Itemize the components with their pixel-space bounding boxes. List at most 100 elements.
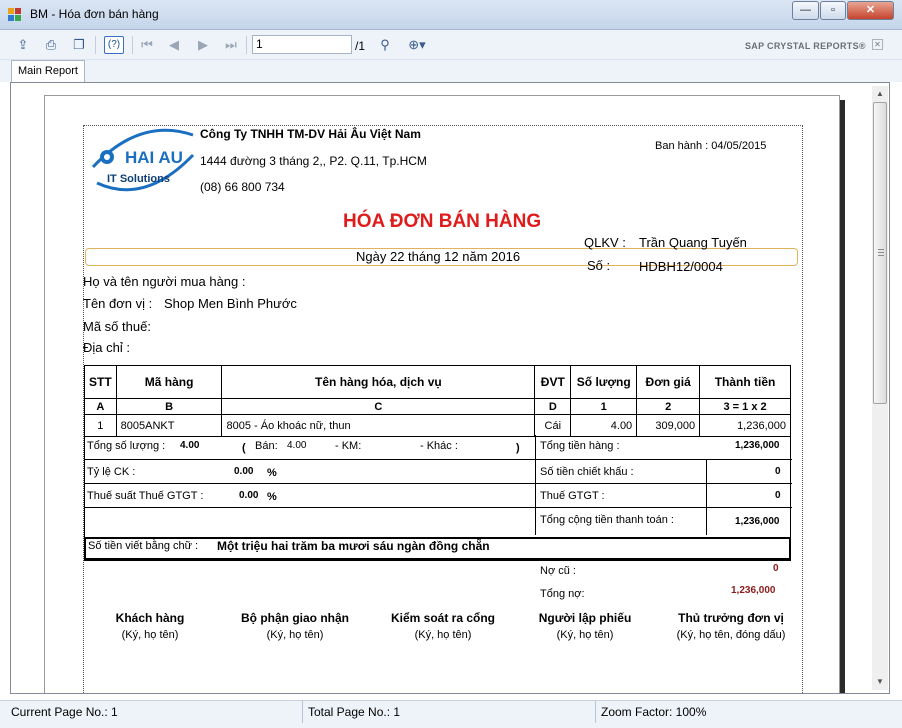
last-page-icon[interactable]: ⏭ — [222, 36, 240, 54]
page-number-input[interactable]: 1 — [252, 35, 352, 54]
table-header-row: STT Mã hàng Tên hàng hóa, dịch vụ ĐVT Số… — [84, 365, 791, 399]
old-debt-value: 0 — [773, 563, 779, 574]
buyer-label: Họ và tên người mua hàng : — [83, 274, 246, 289]
column-code: 1 — [570, 398, 638, 415]
report-toolbar: ⇪ ⎙ ❐ (?) ⏮ ◀ ▶ ⏭ 1 /1 ⚲ ⊕▾ SAP CRYSTAL … — [0, 30, 902, 60]
cell-qty: 4.00 — [570, 414, 638, 437]
column-code: 2 — [636, 398, 701, 415]
export-icon[interactable]: ⇪ — [14, 36, 32, 54]
cell-amount: 1,236,000 — [699, 414, 791, 437]
invoice-number-value: HDBH12/0004 — [639, 259, 723, 274]
signature-customer: Khách hàng — [115, 611, 185, 625]
scroll-down-icon[interactable]: ▼ — [872, 674, 888, 690]
report-tabstrip: Main Report — [0, 60, 902, 82]
copy-icon[interactable]: ❐ — [70, 36, 88, 54]
invoice-date: Ngày 22 tháng 12 năm 2016 — [356, 249, 521, 264]
print-icon[interactable]: ⎙ — [42, 36, 60, 54]
signature-delivery: Bộ phận giao nhận — [241, 611, 349, 625]
vertical-scrollbar[interactable]: ▲ ▼ — [872, 86, 888, 690]
cell-unit: Cái — [534, 414, 572, 437]
table-row: 1 8005ANKT 8005 - Áo khoác nữ, thun Cái … — [84, 414, 791, 437]
close-button[interactable]: ✕ — [847, 1, 894, 20]
total-qty-value: 4.00 — [180, 440, 200, 451]
unit-value: Shop Men Bình Phước — [164, 296, 297, 311]
signature-preparer: Người lập phiếu — [538, 611, 632, 625]
ban-value: 4.00 — [287, 440, 307, 451]
total-page-status: Total Page No.: 1 — [308, 705, 401, 719]
cell-name: 8005 - Áo khoác nữ, thun — [221, 414, 536, 437]
cell-stt: 1 — [84, 414, 117, 437]
column-code: D — [534, 398, 572, 415]
total-goods-value: 1,236,000 — [735, 440, 780, 451]
invoice-number-label: Số : — [587, 258, 611, 273]
discount-amount-label: Số tiền chiết khấu : — [540, 466, 634, 478]
vat-percent: % — [267, 491, 277, 503]
total-goods-label: Tổng tiền hàng : — [540, 440, 620, 452]
help-button[interactable]: (?) — [104, 36, 124, 54]
address-label: Địa chỉ : — [83, 340, 130, 355]
previous-page-icon[interactable]: ◀ — [165, 36, 183, 54]
old-debt-label: Nợ cũ : — [540, 565, 576, 577]
find-icon[interactable]: ⚲ — [376, 36, 394, 54]
column-header: Đơn giá — [636, 365, 701, 399]
report-page: HAI AU IT Solutions Công Ty TNHH TM-DV H… — [44, 95, 840, 693]
app-icon — [8, 8, 22, 22]
vat-label: Thuế GTGT : — [540, 490, 605, 502]
column-header: STT — [84, 365, 117, 399]
window-titlebar[interactable]: BM - Hóa đơn bán hàng — ▫ ✕ — [0, 0, 902, 30]
maximize-button[interactable]: ▫ — [820, 1, 846, 20]
issue-date: Ban hành : 04/05/2015 — [655, 140, 767, 152]
vat-rate-label: Thuế suất Thuế GTGT : — [87, 490, 204, 502]
company-address: 1444 đường 3 tháng 2,, P2. Q.11, Tp.HCM — [200, 154, 427, 168]
cell-code: 8005ANKT — [115, 414, 223, 437]
column-header: Tên hàng hóa, dịch vụ — [221, 365, 536, 399]
close-paren: ) — [516, 442, 520, 454]
column-header: Mã hàng — [115, 365, 223, 399]
grand-total-label: Tổng cộng tiền thanh toán : — [540, 514, 674, 526]
items-table: STT Mã hàng Tên hàng hóa, dịch vụ ĐVT Số… — [84, 365, 791, 437]
company-name: Công Ty TNHH TM-DV Hải Âu Việt Nam — [200, 127, 421, 141]
scroll-up-icon[interactable]: ▲ — [872, 86, 888, 102]
column-code: C — [221, 398, 536, 415]
svg-text:IT Solutions: IT Solutions — [107, 173, 170, 185]
column-header: Thành tiền — [699, 365, 791, 399]
unit-label: Tên đơn vị : — [83, 296, 153, 311]
km-label: - KM: — [335, 440, 362, 452]
zoom-status: Zoom Factor: 100% — [601, 705, 707, 719]
discount-percent: % — [267, 467, 277, 479]
discount-amount-value: 0 — [775, 466, 781, 477]
status-bar: Current Page No.: 1 Total Page No.: 1 Zo… — [0, 700, 902, 728]
qlkv-value: Trần Quang Tuyến — [639, 235, 747, 250]
brand-close-icon[interactable]: ✕ — [872, 39, 883, 50]
other-label: - Khác : — [420, 440, 458, 452]
scroll-thumb[interactable] — [873, 102, 887, 404]
tab-main-report[interactable]: Main Report — [11, 60, 85, 82]
discount-rate-label: Tỷ lệ CK : — [87, 466, 136, 478]
toolbar-separator — [246, 36, 247, 54]
crystal-reports-brand: SAP CRYSTAL REPORTS® — [745, 41, 866, 51]
company-phone: (08) 66 800 734 — [200, 180, 285, 194]
window-title: BM - Hóa đơn bán hàng — [30, 7, 159, 21]
first-page-icon[interactable]: ⏮ — [138, 36, 156, 54]
column-code: 3 = 1 x 2 — [699, 398, 791, 415]
next-page-icon[interactable]: ▶ — [194, 36, 212, 54]
total-debt-label: Tổng nợ: — [540, 588, 585, 600]
signature-gate: Kiểm soát ra cổng — [390, 611, 496, 625]
current-page-status: Current Page No.: 1 — [11, 705, 118, 719]
report-viewer: HAI AU IT Solutions Công Ty TNHH TM-DV H… — [10, 82, 890, 694]
table-code-row: A B C D 1 2 3 = 1 x 2 — [84, 398, 791, 415]
toolbar-separator — [95, 36, 96, 54]
vat-rate-value: 0.00 — [239, 490, 259, 501]
signature-preparer-note: (Ký, họ tên) — [556, 629, 614, 641]
signature-customer-note: (Ký, họ tên) — [121, 629, 179, 641]
page-total-label: /1 — [355, 39, 366, 53]
signature-director-note: (Ký, họ tên, đóng dấu) — [676, 629, 786, 641]
minimize-button[interactable]: — — [792, 1, 819, 20]
grand-total-value: 1,236,000 — [735, 516, 780, 527]
amount-in-words-label: Số tiền viết bằng chữ : — [88, 540, 199, 552]
column-code: B — [115, 398, 223, 415]
total-debt-value: 1,236,000 — [731, 585, 776, 596]
signature-delivery-note: (Ký, họ tên) — [266, 629, 324, 641]
zoom-icon[interactable]: ⊕▾ — [403, 36, 431, 54]
ban-label: Bán: — [255, 440, 278, 452]
